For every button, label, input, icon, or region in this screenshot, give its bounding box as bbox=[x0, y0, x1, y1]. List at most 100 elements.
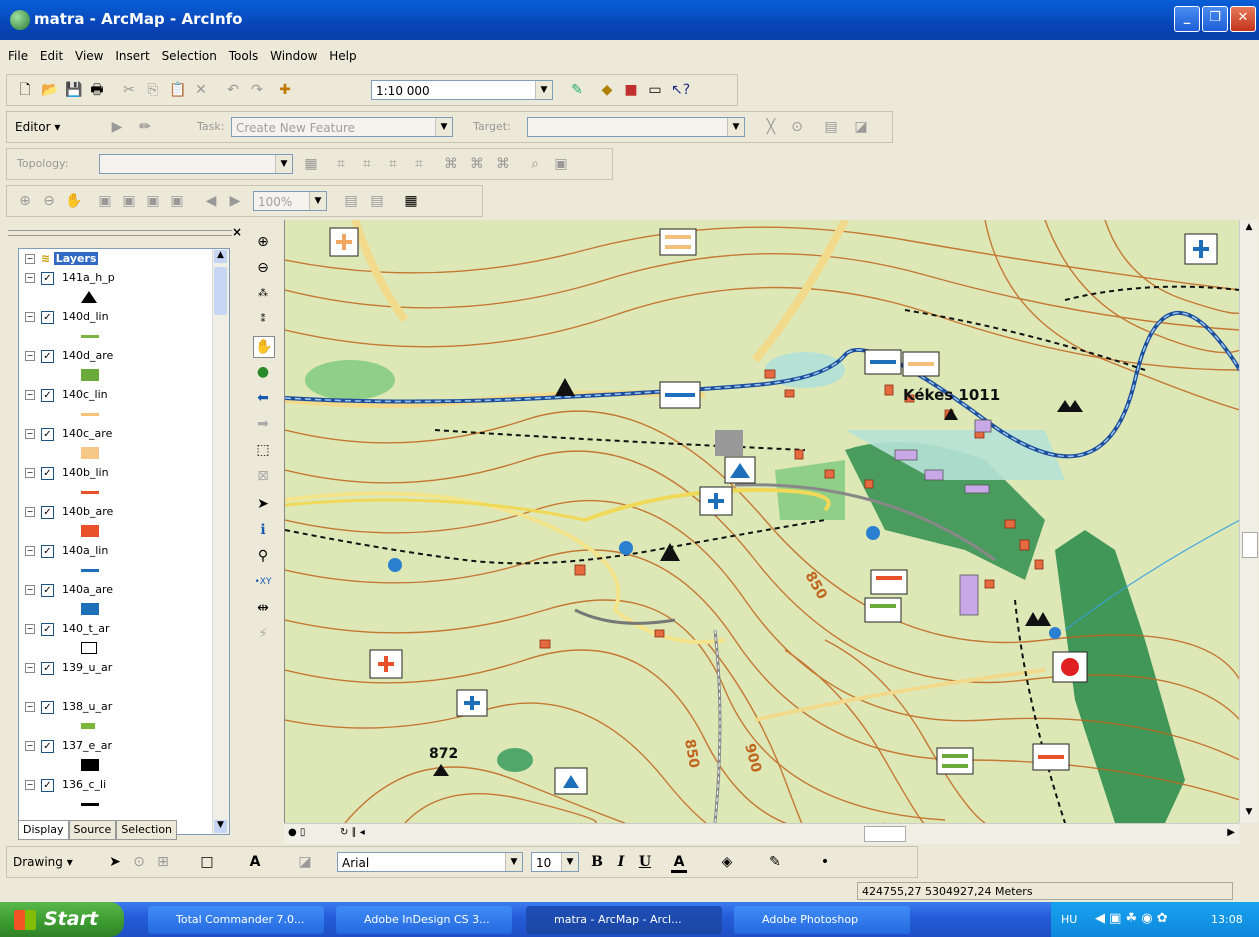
italic-button[interactable]: I bbox=[613, 854, 629, 870]
layer-row[interactable]: − ✓ 140c_are bbox=[25, 427, 112, 445]
show-shared-features-icon[interactable]: ⌗ bbox=[359, 156, 375, 172]
layer-visibility-checkbox[interactable]: ✓ bbox=[41, 700, 54, 714]
arctoolbox-icon[interactable]: ■ bbox=[623, 82, 639, 98]
toggle-draft-mode-icon[interactable]: ▤ bbox=[343, 193, 359, 209]
redo-icon[interactable]: ↷ bbox=[249, 82, 265, 98]
layer-visibility-checkbox[interactable]: ✓ bbox=[41, 466, 54, 480]
menu-tools[interactable]: Tools bbox=[229, 49, 259, 63]
collapse-icon[interactable]: − bbox=[25, 780, 35, 790]
layer-visibility-checkbox[interactable]: ✓ bbox=[41, 739, 54, 753]
forward-extent-icon[interactable]: ▶ bbox=[227, 193, 243, 209]
underline-button[interactable]: U bbox=[637, 854, 653, 870]
forward-extent-icon[interactable]: ➡ bbox=[253, 414, 273, 434]
collapse-icon[interactable]: − bbox=[25, 624, 35, 634]
layer-visibility-checkbox[interactable]: ✓ bbox=[41, 583, 54, 597]
close-button[interactable]: ✕ bbox=[1230, 6, 1256, 32]
open-folder-icon[interactable]: 📂 bbox=[41, 82, 58, 98]
layout-zoom-out-icon[interactable]: ⊖ bbox=[41, 193, 57, 209]
scroll-up-icon[interactable]: ▲ bbox=[214, 250, 227, 263]
validate-topology-icon[interactable]: ⌘ bbox=[469, 156, 485, 172]
back-extent-icon[interactable]: ⬅ bbox=[253, 388, 273, 408]
layer-row[interactable]: − ✓ 137_e_ar bbox=[25, 739, 112, 757]
map-topology-icon[interactable]: ▦ bbox=[303, 156, 319, 172]
map-vertical-scrollbar[interactable]: ▲ ▼ bbox=[1239, 220, 1258, 823]
taskbar-item-total-commander[interactable]: Total Commander 7.0... bbox=[148, 906, 324, 934]
collapse-icon[interactable]: − bbox=[25, 468, 35, 478]
topology-combo[interactable]: ▼ bbox=[99, 154, 293, 174]
rectangle-tool-icon[interactable]: □ bbox=[199, 854, 215, 870]
collapse-icon[interactable]: − bbox=[25, 429, 35, 439]
collapse-icon[interactable]: − bbox=[25, 741, 35, 751]
menu-file[interactable]: File bbox=[8, 49, 28, 63]
command-line-icon[interactable]: ▭ bbox=[647, 82, 663, 98]
cut-icon[interactable]: ✂ bbox=[121, 82, 137, 98]
save-icon[interactable]: 💾 bbox=[65, 82, 82, 98]
font-color-icon[interactable]: A bbox=[671, 854, 687, 873]
data-view-icon[interactable]: ● ▯ bbox=[288, 827, 305, 838]
validate-extent-icon[interactable]: ⌘ bbox=[443, 156, 459, 172]
fixed-zoom-out-icon[interactable]: ⁑ bbox=[253, 310, 273, 330]
rotate-tool-icon[interactable]: ⊙ bbox=[789, 119, 805, 135]
layout-pan-icon[interactable]: ✋ bbox=[65, 193, 82, 209]
go-to-xy-icon[interactable]: •XY bbox=[253, 572, 273, 592]
paste-icon[interactable]: 📋 bbox=[169, 82, 186, 98]
layer-visibility-checkbox[interactable]: ✓ bbox=[41, 271, 54, 285]
construct-features-icon[interactable]: ⌗ bbox=[385, 156, 401, 172]
attributes-icon[interactable]: ▤ bbox=[823, 119, 839, 135]
collapse-icon[interactable]: − bbox=[25, 312, 35, 322]
select-elements-icon[interactable]: ➤ bbox=[107, 854, 123, 870]
taskbar-item-indesign[interactable]: Adobe InDesign CS 3... bbox=[336, 906, 512, 934]
print-icon[interactable]: 🖶 bbox=[89, 82, 105, 98]
taskbar-item-arcmap[interactable]: matra - ArcMap - ArcI... bbox=[526, 906, 722, 934]
select-features-icon[interactable]: ⬚ bbox=[253, 440, 273, 460]
toc-scroll-thumb[interactable] bbox=[214, 267, 227, 315]
target-combo[interactable]: ▼ bbox=[527, 117, 745, 137]
layer-visibility-checkbox[interactable]: ✓ bbox=[41, 505, 54, 519]
font-combo[interactable]: Arial ▼ bbox=[337, 852, 523, 872]
topology-edit-tool-icon[interactable]: ⌗ bbox=[333, 156, 349, 172]
layer-visibility-checkbox[interactable]: ✓ bbox=[41, 427, 54, 441]
layer-visibility-checkbox[interactable]: ✓ bbox=[41, 622, 54, 636]
map-display[interactable]: Kékes 1011 872 850 850 900 bbox=[284, 220, 1240, 823]
collapse-icon[interactable]: − bbox=[25, 585, 35, 595]
font-size-combo[interactable]: 10 ▼ bbox=[531, 852, 579, 872]
drawing-menu[interactable]: Drawing ▾ bbox=[13, 855, 73, 869]
layer-row[interactable]: − ✓ 140a_lin bbox=[25, 544, 108, 562]
collapse-icon[interactable]: − bbox=[25, 507, 35, 517]
planarize-lines-icon[interactable]: ⌗ bbox=[411, 156, 427, 172]
delete-icon[interactable]: ✕ bbox=[193, 82, 209, 98]
layer-row[interactable]: − ✓ 140c_lin bbox=[25, 388, 108, 406]
layer-row[interactable]: − ✓ 140d_are bbox=[25, 349, 113, 367]
menu-window[interactable]: Window bbox=[270, 49, 317, 63]
collapse-icon[interactable]: − bbox=[25, 663, 35, 673]
layout-zoom-combo[interactable]: 100% ▼ bbox=[253, 191, 327, 211]
toc-close-icon[interactable]: × bbox=[232, 225, 242, 239]
language-indicator[interactable]: HU bbox=[1061, 913, 1077, 926]
zoom-to-100-icon[interactable]: ▣ bbox=[121, 193, 137, 209]
sketch-tool-icon[interactable]: ✏ bbox=[137, 119, 153, 135]
change-layout-icon[interactable]: ▦ bbox=[403, 193, 419, 209]
layer-row[interactable]: − ✓ 138_u_ar bbox=[25, 700, 112, 718]
menu-edit[interactable]: Edit bbox=[40, 49, 63, 63]
undo-icon[interactable]: ↶ bbox=[225, 82, 241, 98]
layer-visibility-checkbox[interactable]: ✓ bbox=[41, 349, 54, 363]
zoom-to-selected-icon[interactable]: ⊞ bbox=[155, 854, 171, 870]
collapse-icon[interactable]: − bbox=[25, 273, 35, 283]
layer-row[interactable]: − ✓ 140b_are bbox=[25, 505, 113, 523]
rotate-icon[interactable]: ⊙ bbox=[131, 854, 147, 870]
layer-row[interactable]: − ✓ 136_c_li bbox=[25, 778, 106, 796]
back-extent-icon[interactable]: ◀ bbox=[203, 193, 219, 209]
map-hscroll-thumb[interactable] bbox=[864, 826, 906, 842]
whats-this-help-icon[interactable]: ↖? bbox=[671, 82, 690, 98]
layer-visibility-checkbox[interactable]: ✓ bbox=[41, 310, 54, 324]
zoom-whole-page-icon[interactable]: ▣ bbox=[97, 193, 113, 209]
collapse-icon[interactable]: − bbox=[25, 254, 35, 264]
bold-button[interactable]: B bbox=[589, 854, 605, 870]
topology-properties-icon[interactable]: ▣ bbox=[553, 156, 569, 172]
sketch-properties-icon[interactable]: ◪ bbox=[853, 119, 869, 135]
new-document-icon[interactable]: 🗋 bbox=[17, 82, 33, 98]
layer-row[interactable]: − ✓ 140_t_ar bbox=[25, 622, 110, 640]
menu-selection[interactable]: Selection bbox=[162, 49, 217, 63]
zoom-out-icon[interactable]: ⊖ bbox=[253, 258, 273, 278]
layer-visibility-checkbox[interactable]: ✓ bbox=[41, 388, 54, 402]
